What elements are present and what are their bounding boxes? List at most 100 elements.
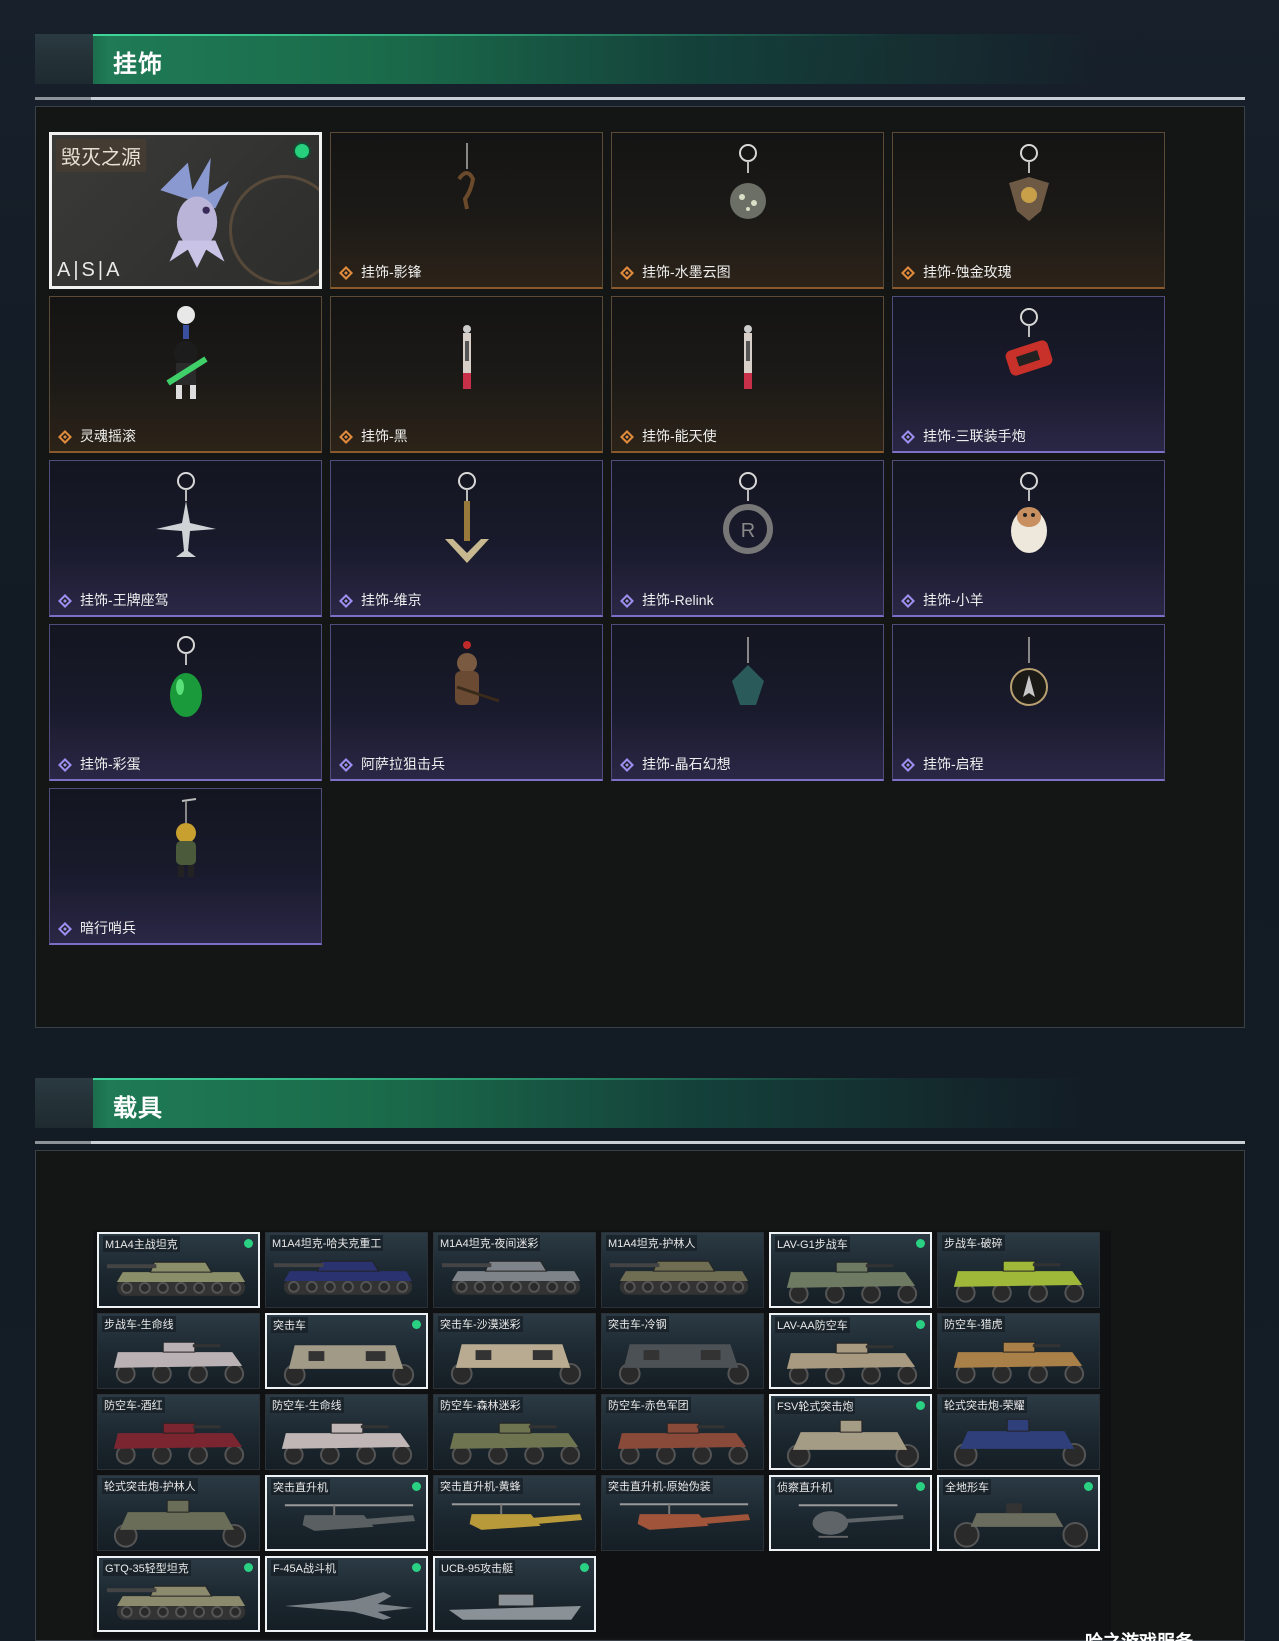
charm-card[interactable]: 挂饰-能天使 <box>611 296 884 453</box>
jet-charm-icon <box>155 472 216 557</box>
sentinel-figure-charm-icon <box>175 798 196 877</box>
charm-label: 挂饰-维京 <box>361 592 422 608</box>
vehicle-card[interactable]: UCB-95攻击艇 <box>433 1556 596 1632</box>
vehicle-card[interactable]: LAV-G1步战车 <box>769 1232 932 1308</box>
vehicle-card[interactable]: 突击车-冷钢 <box>601 1313 764 1389</box>
vehicle-label: 突击车-沙漠迷彩 <box>438 1316 523 1332</box>
stick-charm-icon <box>743 325 752 389</box>
vehicle-card[interactable]: M1A4主战坦克 <box>97 1232 260 1308</box>
charm-card[interactable]: 挂饰-蚀金玫瑰 <box>892 132 1165 289</box>
owned-indicator-icon <box>1084 1482 1093 1491</box>
vehicle-card[interactable]: 步战车-生命线 <box>97 1313 260 1389</box>
owned-indicator-icon <box>244 1239 253 1248</box>
owned-indicator-icon <box>916 1320 925 1329</box>
vehicle-card[interactable]: FSV轮式突击炮 <box>769 1394 932 1470</box>
charm-card[interactable]: 挂饰-彩蛋 <box>49 624 322 781</box>
vehicle-card[interactable]: 防空车-酒红 <box>97 1394 260 1470</box>
vehicle-label: 轮式突击炮-荣耀 <box>942 1397 1027 1413</box>
rarity-diamond-icon <box>58 922 72 936</box>
relink-logo-charm-icon: R <box>722 472 773 554</box>
tank-vehicle-icon <box>107 1585 246 1620</box>
charm-card[interactable]: 挂饰-三联装手炮 <box>892 296 1165 453</box>
crystal-charm-icon <box>731 637 764 705</box>
tank-vehicle-icon <box>442 1260 581 1295</box>
vehicle-label: 全地形车 <box>943 1479 991 1495</box>
vehicle-card[interactable]: M1A4坦克-哈夫克重工 <box>265 1232 428 1308</box>
charm-label: 挂饰-三联装手炮 <box>923 428 1026 444</box>
vehicle-card[interactable]: 突击直升机 <box>265 1475 428 1551</box>
vehicle-card[interactable]: 轮式突击炮-荣耀 <box>937 1394 1100 1470</box>
rarity-diamond-icon <box>901 594 915 608</box>
rarity-diamond-icon <box>620 758 634 772</box>
tank-vehicle-icon <box>107 1261 246 1296</box>
rarity-diamond-icon <box>620 594 634 608</box>
featured-brand-logo: A|S|A <box>57 259 123 281</box>
vehicle-label: 防空车-赤色军团 <box>606 1397 691 1413</box>
hook-charm-icon <box>456 143 475 210</box>
egg-charm-icon <box>169 636 202 717</box>
charm-card[interactable]: 挂饰-启程 <box>892 624 1165 781</box>
atv-vehicle-icon <box>953 1503 1089 1548</box>
vehicle-label: LAV-G1步战车 <box>775 1236 850 1252</box>
vehicle-label: 防空车-生命线 <box>270 1397 344 1413</box>
charms-section-header: 挂饰 <box>35 34 1245 84</box>
charm-card[interactable]: 挂饰-晶石幻想 <box>611 624 884 781</box>
vehicle-card[interactable]: LAV-AA防空车 <box>769 1313 932 1389</box>
vehicle-card[interactable]: 突击直升机-原始伪装 <box>601 1475 764 1551</box>
buggy-vehicle-icon <box>113 1499 247 1548</box>
owned-indicator-icon <box>916 1239 925 1248</box>
vehicle-card[interactable]: 步战车-破碎 <box>937 1232 1100 1308</box>
sniper-figure-charm-icon <box>454 641 499 705</box>
truck-vehicle-icon <box>618 1344 750 1385</box>
heli-vehicle-icon <box>284 1504 416 1531</box>
charm-card[interactable]: R 挂饰-Relink <box>611 460 884 617</box>
owned-indicator-icon <box>412 1482 421 1491</box>
owned-indicator-icon <box>412 1320 421 1329</box>
charm-card[interactable]: 暗行哨兵 <box>49 788 322 945</box>
vehicle-card[interactable]: 突击车-沙漠迷彩 <box>433 1313 596 1389</box>
rarity-diamond-icon <box>58 594 72 608</box>
charm-card[interactable]: 挂饰-水墨云图 <box>611 132 884 289</box>
charm-card[interactable]: 挂饰-王牌座驾 <box>49 460 322 617</box>
charm-card[interactable]: 灵魂摇滚 <box>49 296 322 453</box>
vehicle-card[interactable]: M1A4坦克-夜间迷彩 <box>433 1232 596 1308</box>
vehicle-label: 突击车-冷钢 <box>606 1316 669 1332</box>
vehicle-label: M1A4坦克-哈夫克重工 <box>270 1235 384 1251</box>
rarity-diamond-icon <box>620 266 634 280</box>
charm-card[interactable]: 挂饰-小羊 <box>892 460 1165 617</box>
vehicle-label: 步战车-生命线 <box>102 1316 176 1332</box>
vehicle-card[interactable]: GTQ-35轻型坦克 <box>97 1556 260 1632</box>
vehicle-card[interactable]: M1A4坦克-护林人 <box>601 1232 764 1308</box>
charm-label: 挂饰-彩蛋 <box>80 756 141 772</box>
charm-card[interactable]: 挂饰-影锋 <box>330 132 603 289</box>
vehicle-card[interactable]: F-45A战斗机 <box>265 1556 428 1632</box>
equipped-indicator-icon <box>293 142 311 160</box>
charm-card[interactable]: 挂饰-维京 <box>330 460 603 617</box>
vehicle-card[interactable]: 侦察直升机 <box>769 1475 932 1551</box>
charm-card[interactable]: 挂饰-黑 <box>330 296 603 453</box>
owned-indicator-icon <box>412 1563 421 1572</box>
vehicle-card[interactable]: 突击直升机-黄蜂 <box>433 1475 596 1551</box>
vehicle-card[interactable]: 突击车 <box>265 1313 428 1389</box>
apc-vehicle-icon <box>281 1422 413 1465</box>
rarity-diamond-icon <box>58 758 72 772</box>
featured-charm-name: 毁灭之源 <box>56 139 146 172</box>
charm-card[interactable]: 阿萨拉狙击兵 <box>330 624 603 781</box>
rarity-diamond-icon <box>339 594 353 608</box>
rarity-diamond-icon <box>339 430 353 444</box>
vehicle-card[interactable]: 防空车-生命线 <box>265 1394 428 1470</box>
charm-label: 挂饰-影锋 <box>361 264 422 280</box>
charm-label: 挂饰-蚀金玫瑰 <box>923 264 1012 280</box>
vehicle-card[interactable]: 轮式突击炮-护林人 <box>97 1475 260 1551</box>
rose-emblem-charm-icon <box>1008 144 1049 221</box>
vehicle-card[interactable]: 全地形车 <box>937 1475 1100 1551</box>
vehicle-card[interactable]: 防空车-猎虎 <box>937 1313 1100 1389</box>
charm-label: 挂饰-水墨云图 <box>642 264 731 280</box>
vehicle-label: M1A4坦克-夜间迷彩 <box>438 1235 541 1251</box>
vehicles-section-header: 载具 <box>35 1078 1245 1128</box>
vehicle-label: 防空车-酒红 <box>102 1397 165 1413</box>
charm-card-featured[interactable]: 毁灭之源 A|S|A <box>49 132 322 289</box>
vehicle-card[interactable]: 防空车-森林迷彩 <box>433 1394 596 1470</box>
medal-charm-icon <box>1009 637 1048 706</box>
vehicle-card[interactable]: 防空车-赤色军团 <box>601 1394 764 1470</box>
